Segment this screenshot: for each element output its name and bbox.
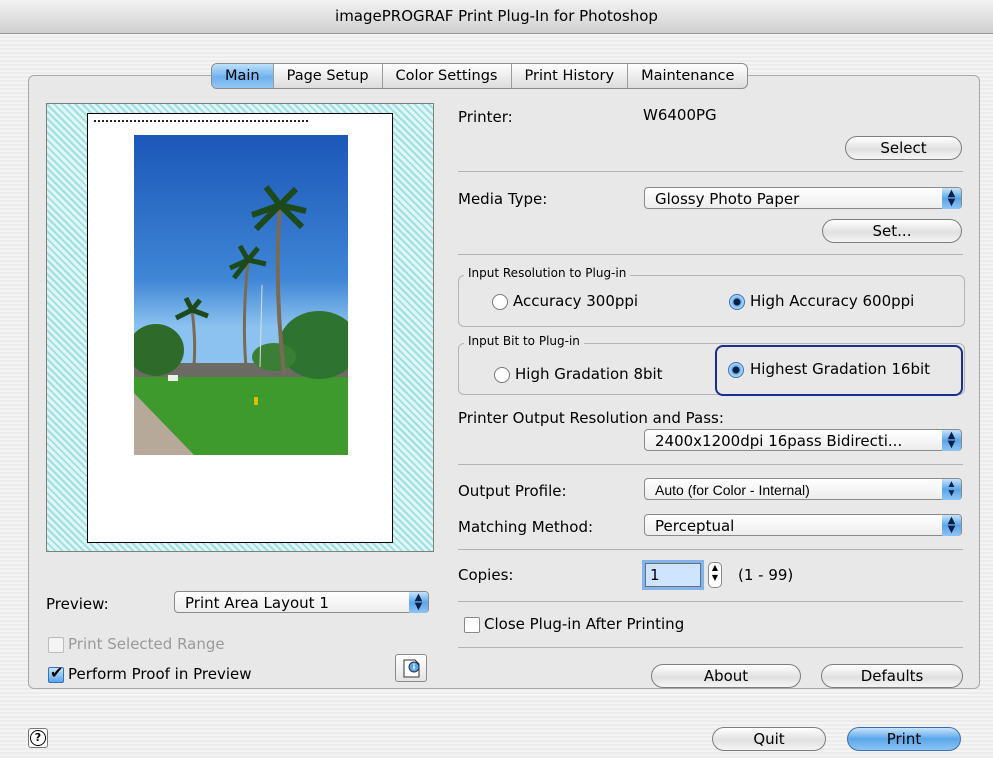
proof-info-button[interactable] [395,654,427,682]
popup-arrows-icon: ▲ ▼ [409,592,428,613]
checkmark-icon: ✔ [50,663,64,682]
popup-arrows-icon: ▲ ▼ [942,515,961,536]
print-preview [46,103,434,552]
popup-arrows-icon: ▲ ▼ [942,479,961,500]
media-set-button[interactable]: Set... [822,219,962,243]
output-profile-value: Auto (for Color - Internal) [655,482,810,498]
accuracy-300-label[interactable]: Accuracy 300ppi [513,292,638,310]
popup-arrows-icon: ▲ ▼ [942,430,961,451]
preview-photo [134,135,348,455]
select-printer-button[interactable]: Select [845,136,962,160]
radio-highest-gradation-16bit[interactable] [728,362,744,378]
quit-button[interactable]: Quit [712,727,826,751]
radio-high-accuracy-600[interactable] [729,294,745,310]
preview-layout-value: Print Area Layout 1 [185,594,329,612]
input-resolution-title: Input Resolution to Plug-in [464,266,631,280]
print-selected-range-label: Print Selected Range [68,635,225,653]
window-title: imagePROGRAF Print Plug-In for Photoshop [0,0,993,34]
copies-label: Copies: [458,566,514,584]
radio-high-gradation-8bit[interactable] [494,367,510,383]
preview-layout-popup[interactable]: Print Area Layout 1 ▲ ▼ [174,591,429,613]
close-after-printing-checkbox[interactable] [464,617,480,633]
help-icon: ? [30,730,46,746]
defaults-button[interactable]: Defaults [821,664,963,688]
tab-bar: Main Page Setup Color Settings Print His… [211,63,749,89]
printer-label: Printer: [458,108,513,126]
high-gradation-8bit-label[interactable]: High Gradation 8bit [515,365,663,383]
perform-proof-label[interactable]: Perform Proof in Preview [68,665,252,683]
document-info-icon [403,659,420,678]
copies-input[interactable]: 1 [645,563,701,587]
popup-arrows-icon: ▲ ▼ [942,188,961,209]
matching-method-value: Perceptual [655,517,735,535]
perform-proof-checkbox[interactable]: ✔ [48,663,64,683]
tab-page-setup[interactable]: Page Setup [274,64,383,88]
media-type-label: Media Type: [458,190,548,208]
close-after-printing-label[interactable]: Close Plug-in After Printing [484,615,684,633]
printer-name: W6400PG [643,106,717,124]
about-button[interactable]: About [651,664,801,688]
high-accuracy-600-label[interactable]: High Accuracy 600ppi [750,292,914,310]
matching-method-label: Matching Method: [458,518,594,536]
copies-stepper[interactable]: ▲ ▼ [708,562,722,588]
matching-method-popup[interactable]: Perceptual ▲ ▼ [644,514,962,536]
tab-color-settings[interactable]: Color Settings [383,64,512,88]
radio-accuracy-300[interactable] [492,294,508,310]
page-header-text [94,120,308,125]
divider [458,464,963,465]
divider [458,171,963,172]
copies-range: (1 - 99) [738,566,794,584]
media-type-value: Glossy Photo Paper [655,190,800,208]
output-resolution-label: Printer Output Resolution and Pass: [458,409,724,427]
divider [458,254,963,255]
divider [458,601,963,602]
divider [458,549,963,550]
help-button[interactable]: ? [28,728,48,748]
preview-page [87,113,393,543]
tab-maintenance[interactable]: Maintenance [628,64,747,88]
input-bit-title: Input Bit to Plug-in [464,334,584,348]
tab-print-history[interactable]: Print History [512,64,629,88]
output-resolution-popup[interactable]: 2400x1200dpi 16pass Bidirecti... ▲ ▼ [644,429,962,451]
tab-main[interactable]: Main [212,64,274,88]
print-button[interactable]: Print [847,727,961,751]
media-type-popup[interactable]: Glossy Photo Paper ▲ ▼ [644,187,962,209]
output-resolution-value: 2400x1200dpi 16pass Bidirecti... [655,432,903,450]
divider [458,647,963,648]
output-profile-label: Output Profile: [458,482,567,500]
palm-tree-photo [134,185,348,455]
output-profile-popup[interactable]: Auto (for Color - Internal) ▲ ▼ [644,478,962,500]
print-selected-range-checkbox[interactable] [48,637,64,653]
preview-label: Preview: [46,595,109,613]
highest-gradation-16bit-label[interactable]: Highest Gradation 16bit [750,360,930,378]
